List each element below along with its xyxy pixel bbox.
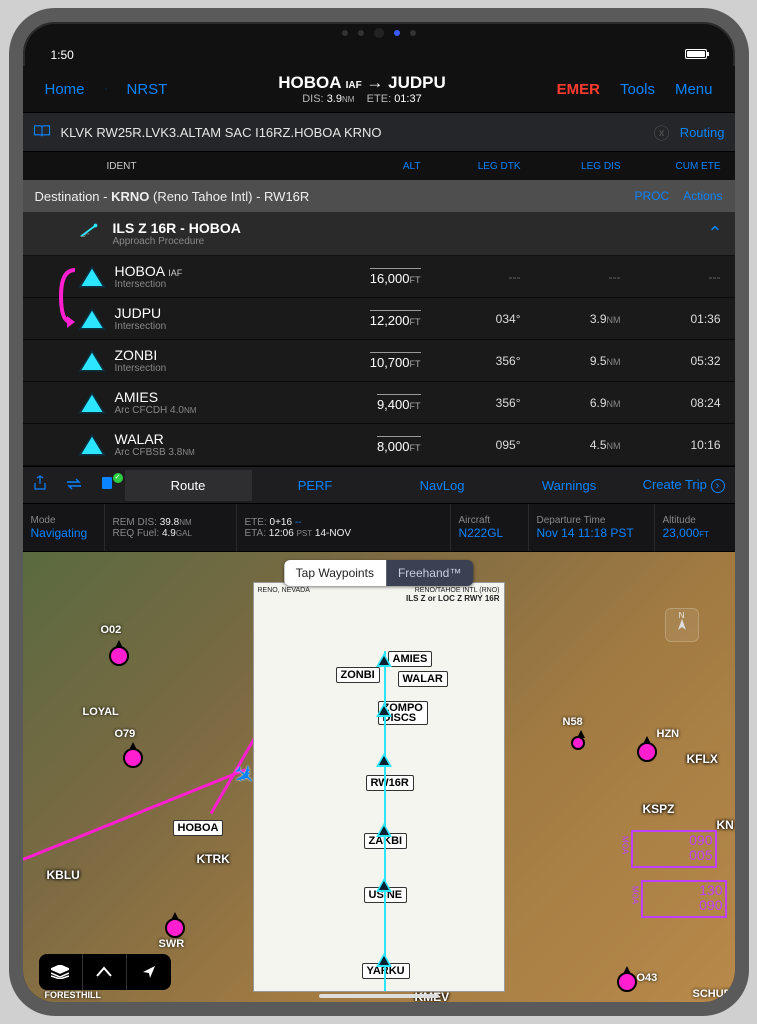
tab-warnings[interactable]: Warnings [506, 470, 633, 501]
create-trip-button[interactable]: Create Trip › [633, 477, 735, 493]
clock: 1:50 [51, 48, 681, 62]
routing-button[interactable]: Routing [680, 125, 725, 140]
fuel-cell: REM DIS: 39.8NM REQ Fuel: 4.9GAL [105, 504, 237, 551]
map-navaid-n58[interactable]: N58 [563, 716, 583, 728]
tab-route[interactable]: Route [125, 470, 252, 501]
waypoint-row[interactable]: JUDPU Intersection 12,200FT 034° 3.9NM 0… [23, 298, 735, 340]
clipboard-check-icon[interactable]: ✓ [91, 475, 125, 495]
intersection-icon [79, 266, 105, 288]
tools-button[interactable]: Tools [610, 81, 665, 98]
aircraft-cell[interactable]: Aircraft N222GL [451, 504, 529, 551]
map-fix-loyal[interactable]: LOYAL [83, 706, 119, 718]
direct-to-icon[interactable] [95, 78, 117, 100]
col-dtk[interactable]: LEG DTK [421, 161, 521, 172]
moa-box-2[interactable]: MOA 130090 [641, 880, 727, 918]
map-airport-ktrk[interactable]: KTRK [197, 852, 230, 866]
reverse-icon[interactable] [57, 477, 91, 494]
edit-mode-toggle[interactable]: Tap Waypoints Freehand™ [284, 560, 474, 586]
freehand-seg[interactable]: Freehand™ [386, 560, 473, 586]
north-indicator[interactable]: N [665, 608, 699, 642]
tap-waypoints-seg[interactable]: Tap Waypoints [284, 560, 386, 586]
mode-cell[interactable]: Mode Navigating [23, 504, 105, 551]
active-leg-indicator [57, 266, 81, 335]
col-alt[interactable]: ALT [171, 161, 421, 172]
leg-from: HOBOA [278, 73, 341, 92]
map-airport-kblu[interactable]: KBLU [47, 868, 80, 882]
tab-perf[interactable]: PERF [252, 470, 379, 501]
approach-header[interactable]: ILS Z 16R - HOBOA Approach Procedure ⌃ [23, 212, 735, 256]
info-strip: Mode Navigating REM DIS: 39.8NM REQ Fuel… [23, 504, 735, 552]
nrst-button[interactable]: NRST [117, 81, 178, 98]
camera-bar [23, 22, 735, 44]
departure-cell[interactable]: Departure Time Nov 14 11:18 PST [529, 504, 655, 551]
waypoint-row[interactable]: HOBOA IAF Intersection 16,000FT --- --- … [23, 256, 735, 298]
ipad-frame: 1:50 Home NRST HOBOA IAF → JUDPU DIS: 3.… [9, 8, 749, 1016]
route-bar: KLVK RW25R.LVK3.ALTAM SAC I16RZ.HOBOA KR… [23, 112, 735, 152]
waypoint-row[interactable]: ZONBI Intersection 10,700FT 356° 9.5NM 0… [23, 340, 735, 382]
destination-row[interactable]: Destination - KRNO (Reno Tahoe Intl) - R… [23, 180, 735, 212]
intersection-icon [79, 350, 105, 372]
map-airport-kflx[interactable]: KFLX [687, 752, 718, 766]
altitude-cell[interactable]: Altitude 23,000FT [655, 504, 735, 551]
map-navaid-o43[interactable]: O43 [637, 972, 658, 984]
intersection-icon [79, 308, 105, 330]
map[interactable]: O02 O79 LOYAL KBLU SWR KTRK FORESTHILL ✈… [23, 552, 735, 1002]
map-controls [39, 954, 171, 990]
col-dis[interactable]: LEG DIS [521, 161, 621, 172]
tab-bar: ✓ Route PERF NavLog Warnings Create Trip… [23, 466, 735, 504]
layers-icon[interactable] [39, 954, 83, 990]
home-button[interactable]: Home [35, 81, 95, 98]
active-leg-display: HOBOA IAF → JUDPU DIS: 3.9NM ETE: 01:37 [177, 73, 546, 105]
route-string[interactable]: KLVK RW25R.LVK3.ALTAM SAC I16RZ.HOBOA KR… [61, 125, 644, 140]
locate-icon[interactable] [127, 954, 171, 990]
battery-icon [681, 46, 707, 64]
map-navaid-o02[interactable]: O02 [101, 624, 122, 636]
home-indicator[interactable] [319, 994, 439, 998]
share-icon[interactable] [23, 475, 57, 495]
ete-cell: ETE: 0+16 -- ETA: 12:06 PST 14-NOV [237, 504, 451, 551]
moa-box-1[interactable]: MOA 090005 [631, 830, 717, 868]
map-navaid-hzn[interactable]: HZN [657, 728, 680, 740]
approach-plate-overlay[interactable]: RENO, NEVADARENO/TAHOE INTL (RNO) ILS Z … [253, 582, 505, 992]
menu-button[interactable]: Menu [665, 81, 723, 98]
map-airport-kspz[interactable]: KSPZ [643, 802, 675, 816]
emergency-button[interactable]: EMER [547, 81, 610, 98]
leg-to: JUDPU [388, 73, 446, 92]
column-headers: IDENT ALT LEG DTK LEG DIS CUM ETE [23, 152, 735, 180]
clear-route-icon[interactable]: ⓧ [654, 120, 670, 144]
map-navaid-o79[interactable]: O79 [115, 728, 136, 740]
proc-button[interactable]: PROC [634, 189, 669, 203]
actions-button[interactable]: Actions [683, 189, 722, 203]
col-ident: IDENT [107, 161, 171, 172]
map-airport-kn[interactable]: KN [717, 818, 734, 832]
waypoint-list: HOBOA IAF Intersection 16,000FT --- --- … [23, 256, 735, 466]
col-ete[interactable]: CUM ETE [621, 161, 721, 172]
approach-icon [79, 223, 101, 244]
tab-navlog[interactable]: NavLog [379, 470, 506, 501]
collapse-icon[interactable]: ⌃ [707, 223, 722, 244]
waypoint-row[interactable]: AMIES Arc CFCDH 4.0NM 9,400FT 356° 6.9NM… [23, 382, 735, 424]
intersection-icon [79, 434, 105, 456]
map-fix-hoboa[interactable]: HOBOA [173, 820, 224, 836]
center-icon[interactable] [83, 954, 127, 990]
book-icon[interactable] [33, 124, 51, 141]
waypoint-row[interactable]: WALAR Arc CFBSB 3.8NM 8,000FT 095° 4.5NM… [23, 424, 735, 466]
map-navaid-swr[interactable]: SWR [159, 938, 185, 950]
intersection-icon [79, 392, 105, 414]
status-bar: 1:50 [23, 44, 735, 66]
top-nav: Home NRST HOBOA IAF → JUDPU DIS: 3.9NM E… [23, 66, 735, 112]
